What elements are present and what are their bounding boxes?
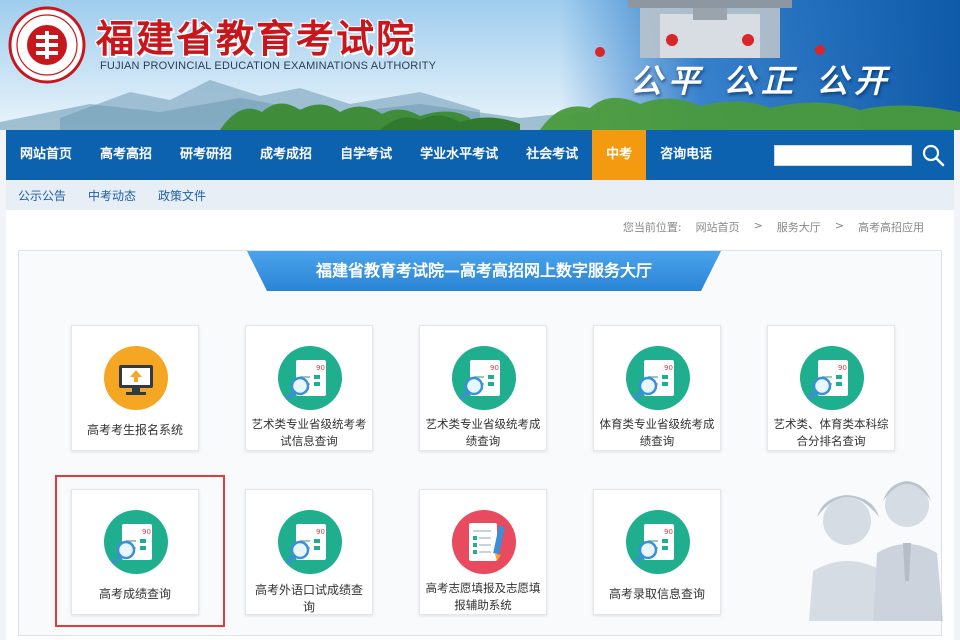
card-label: 高考成绩查询: [98, 587, 171, 601]
breadcrumb-separator: >: [834, 219, 844, 232]
panel-title-ribbon: 福建省教育考试院—高考高招网上数字服务大厅: [247, 251, 721, 291]
header-banner: 福建省教育考试院 FUJIAN PROVINCIAL EDUCATION EXA…: [0, 0, 960, 130]
card-label: 艺术类、体育类本科综合分排名查询: [773, 417, 889, 448]
card-art-sports-ranking[interactable]: 90 艺术类、体育类本科综合分排名查询: [767, 325, 895, 451]
site-title: 福建省教育考试院: [96, 16, 417, 61]
nav-item-self-study[interactable]: 自学考试: [326, 130, 406, 180]
subnav-item-policy[interactable]: 政策文件: [158, 187, 206, 204]
card-art-exam-info[interactable]: 90 艺术类专业省级统考考试信息查询: [245, 325, 373, 451]
monitor-upload-icon: [104, 346, 168, 410]
card-label: 高考外语口试成绩查询: [254, 583, 363, 614]
score-report-icon: 90: [104, 510, 168, 574]
nav-item-graduate[interactable]: 研考研招: [166, 130, 246, 180]
score-report-icon: 90: [278, 510, 342, 574]
score-report-icon: 90: [626, 510, 690, 574]
card-label: 体育类专业省级统考成绩查询: [599, 417, 715, 448]
breadcrumb: 您当前位置: 网站首页 > 服务大厅 > 高考高招应用: [623, 219, 924, 235]
score-report-icon: 90: [800, 346, 864, 410]
customer-service-staff-illustration: [809, 481, 943, 621]
nav-item-adult[interactable]: 成考成招: [246, 130, 326, 180]
nav-item-gaokao[interactable]: 高考高招: [86, 130, 166, 180]
card-gaokao-score[interactable]: 90 高考成绩查询: [71, 489, 199, 615]
main-nav: 网站首页 高考高招 研考研招 成考成招 自学考试 学业水平考试 社会考试 中考 …: [6, 130, 954, 180]
sub-nav: 公示公告 中考动态 政策文件: [6, 180, 954, 210]
subnav-item-news[interactable]: 中考动态: [88, 187, 136, 204]
svg-text:90: 90: [664, 528, 673, 536]
svg-text:90: 90: [142, 528, 151, 536]
card-label: 高考考生报名系统: [86, 423, 183, 437]
score-report-icon: 90: [278, 346, 342, 410]
card-label: 艺术类专业省级统考成绩查询: [425, 417, 541, 448]
card-label: 高考志愿填报及志愿填报辅助系统: [425, 581, 541, 612]
search-input[interactable]: [774, 145, 912, 166]
card-admission-info[interactable]: 90 高考录取信息查询: [593, 489, 721, 615]
subnav-item-announcements[interactable]: 公示公告: [18, 187, 66, 204]
card-label: 艺术类专业省级统考考试信息查询: [251, 417, 367, 448]
site-subtitle: FUJIAN PROVINCIAL EDUCATION EXAMINATIONS…: [100, 60, 437, 72]
card-sports-exam-score[interactable]: 90 体育类专业省级统考成绩查询: [593, 325, 721, 451]
breadcrumb-service-hall[interactable]: 服务大厅: [777, 219, 821, 235]
nav-item-proficiency[interactable]: 学业水平考试: [406, 130, 512, 180]
svg-text:90: 90: [316, 364, 325, 372]
slogan: 公平 公正 公开: [630, 62, 893, 100]
panel-title: 福建省教育考试院—高考高招网上数字服务大厅: [315, 261, 652, 280]
authority-logo: [8, 6, 86, 84]
nav-item-home[interactable]: 网站首页: [6, 130, 86, 180]
score-report-icon: 90: [452, 346, 516, 410]
search-icon[interactable]: [920, 142, 946, 168]
service-hall-panel: 福建省教育考试院—高考高招网上数字服务大厅 高考考生报名系统 90 艺术类专业省…: [18, 250, 943, 636]
nav-item-hotline[interactable]: 咨询电话: [646, 130, 726, 180]
card-label: 高考录取信息查询: [608, 587, 705, 601]
svg-text:90: 90: [838, 364, 847, 372]
nav-item-social[interactable]: 社会考试: [512, 130, 592, 180]
breadcrumb-home[interactable]: 网站首页: [696, 219, 740, 235]
svg-text:90: 90: [664, 364, 673, 372]
nav-item-zhongkao[interactable]: 中考: [592, 130, 647, 180]
card-gaokao-registration[interactable]: 高考考生报名系统: [71, 325, 199, 451]
application-form-icon: [452, 510, 516, 574]
svg-text:90: 90: [490, 364, 499, 372]
breadcrumb-separator: >: [753, 219, 763, 232]
card-oral-english-score[interactable]: 90 高考外语口试成绩查询: [245, 489, 373, 615]
svg-text:90: 90: [316, 528, 325, 536]
breadcrumb-current[interactable]: 高考高招应用: [858, 219, 924, 235]
score-report-icon: 90: [626, 346, 690, 410]
card-art-exam-score[interactable]: 90 艺术类专业省级统考成绩查询: [419, 325, 547, 451]
content-area: 您当前位置: 网站首页 > 服务大厅 > 高考高招应用 福建省教育考试院—高考高…: [6, 210, 954, 640]
breadcrumb-prefix: 您当前位置:: [622, 221, 682, 234]
card-volunteer-application[interactable]: 高考志愿填报及志愿填报辅助系统: [419, 489, 547, 615]
